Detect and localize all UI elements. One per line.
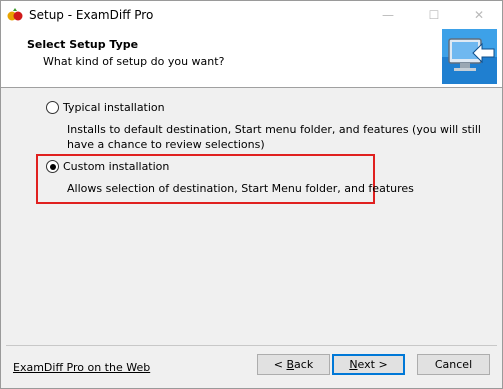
back-prefix: < <box>273 358 287 371</box>
custom-installation-radio[interactable] <box>46 160 59 173</box>
minimize-button[interactable]: — <box>365 1 411 29</box>
title-bar: Setup - ExamDiff Pro — ☐ ✕ <box>1 1 502 29</box>
page-subtitle: What kind of setup do you want? <box>43 55 225 68</box>
maximize-button[interactable]: ☐ <box>411 1 457 29</box>
cancel-button[interactable]: Cancel <box>417 354 490 375</box>
window-title: Setup - ExamDiff Pro <box>29 8 154 22</box>
next-button[interactable]: Next > <box>332 354 405 375</box>
wizard-header: Select Setup Type What kind of setup do … <box>1 29 502 88</box>
back-button[interactable]: < Back <box>257 354 330 375</box>
setup-window: Setup - ExamDiff Pro — ☐ ✕ Select Setup … <box>0 0 503 389</box>
next-hotkey: N <box>349 358 358 371</box>
typical-installation-radio[interactable] <box>46 101 59 114</box>
computer-icon <box>442 29 497 84</box>
footer-divider <box>6 345 497 346</box>
close-button[interactable]: ✕ <box>456 1 502 29</box>
web-link[interactable]: ExamDiff Pro on the Web <box>13 361 150 374</box>
typical-installation-description: Installs to default destination, Start m… <box>67 123 481 151</box>
back-rest: ack <box>294 358 314 371</box>
typical-installation-label[interactable]: Typical installation <box>63 101 165 114</box>
page-title: Select Setup Type <box>27 38 139 51</box>
custom-installation-label[interactable]: Custom installation <box>63 160 169 173</box>
back-hotkey: B <box>286 358 295 371</box>
app-icon <box>7 8 23 21</box>
next-rest: ext > <box>357 358 388 371</box>
custom-installation-description: Allows selection of destination, Start M… <box>67 182 414 195</box>
